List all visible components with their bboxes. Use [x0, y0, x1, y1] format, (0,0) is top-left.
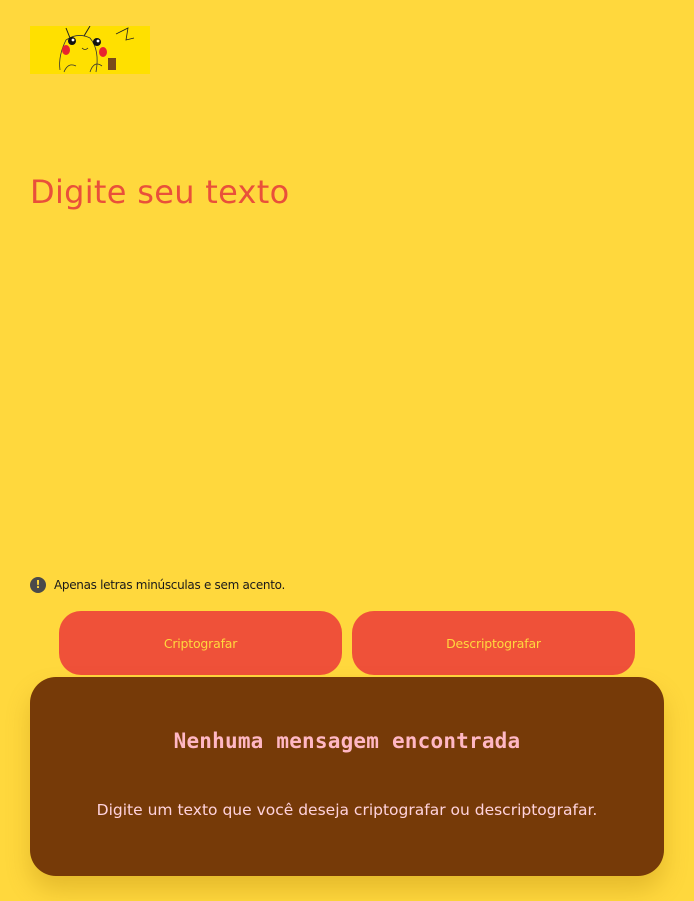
- hint-row: ! Apenas letras minúsculas e sem acento.: [30, 576, 285, 593]
- pikachu-logo: [30, 26, 150, 74]
- output-title: Nenhuma mensagem encontrada: [173, 729, 521, 753]
- text-input-placeholder[interactable]: Digite seu texto: [30, 172, 664, 212]
- exclamation-circle-icon: !: [30, 576, 46, 593]
- decrypt-button[interactable]: Descriptografar: [352, 611, 635, 675]
- output-description: Digite um texto que você deseja criptogr…: [96, 801, 598, 819]
- encrypt-button[interactable]: Criptografar: [59, 611, 342, 675]
- output-panel: Nenhuma mensagem encontrada Digite um te…: [30, 677, 664, 876]
- text-input-area[interactable]: Digite seu texto: [30, 168, 664, 560]
- hint-text: Apenas letras minúsculas e sem acento.: [54, 577, 285, 592]
